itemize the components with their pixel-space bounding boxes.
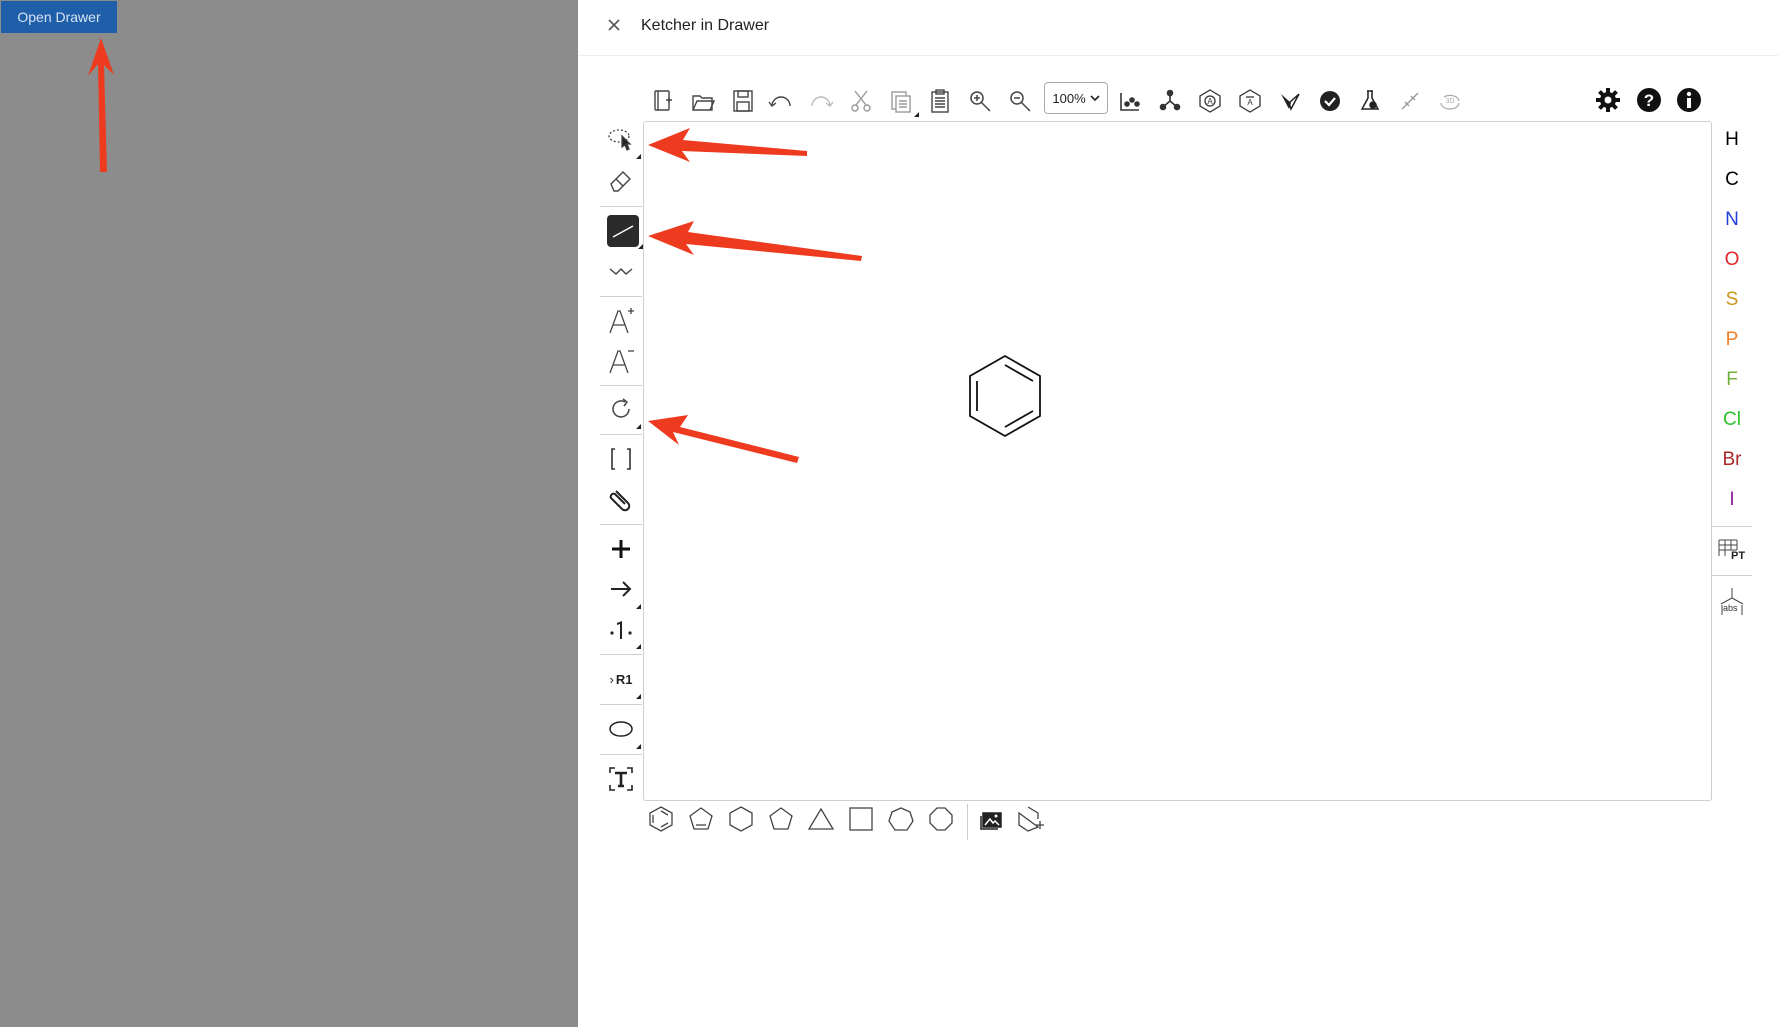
- cyclooctane-template-icon[interactable]: [926, 804, 956, 834]
- cyclopentane-template-icon[interactable]: [766, 804, 796, 834]
- attachment-icon[interactable]: [606, 484, 636, 514]
- abs-label: abs: [1723, 603, 1738, 613]
- periodic-table-label: PT: [1731, 550, 1746, 562]
- left-toolbar-separator: [600, 206, 642, 207]
- rgroup-icon[interactable]: › R1: [606, 664, 636, 694]
- left-toolbar-separator: [600, 754, 642, 755]
- rgroup-dropdown-corner: [636, 694, 641, 699]
- left-toolbar-separator: [600, 704, 642, 705]
- bottom-toolbar-separator: [967, 804, 968, 840]
- zoom-in-icon[interactable]: [965, 86, 995, 116]
- atom-o[interactable]: O: [1712, 249, 1752, 271]
- mapping-dropdown-corner: [636, 644, 641, 649]
- check-icon[interactable]: [1315, 86, 1345, 116]
- paste-icon[interactable]: [925, 86, 955, 116]
- svg-text:A: A: [1247, 98, 1253, 107]
- lasso-dropdown-corner: [636, 154, 641, 159]
- cyclohexane-template-icon[interactable]: [726, 804, 756, 834]
- stereo-icon[interactable]: [1395, 86, 1425, 116]
- periodic-table-icon[interactable]: PT: [1715, 534, 1749, 566]
- cut-icon[interactable]: [846, 86, 876, 116]
- open-folder-icon[interactable]: [688, 86, 718, 116]
- rotate-icon[interactable]: [606, 394, 636, 424]
- reaction-plus-icon[interactable]: [606, 534, 636, 564]
- atom-i[interactable]: I: [1712, 489, 1752, 511]
- zoom-value: 100%: [1052, 90, 1086, 106]
- open-drawer-button[interactable]: Open Drawer: [1, 1, 117, 33]
- redo-icon[interactable]: [806, 86, 836, 116]
- svg-text:?: ?: [1644, 91, 1654, 110]
- mapping-icon[interactable]: [606, 614, 636, 644]
- sgroup-bracket-icon[interactable]: [606, 444, 636, 474]
- right-toolbar-separator: [1712, 526, 1752, 527]
- drawer-header: Ketcher in Drawer: [578, 0, 1778, 56]
- atom-br[interactable]: Br: [1712, 449, 1752, 471]
- zoom-select[interactable]: 100%: [1044, 82, 1108, 114]
- info-icon[interactable]: [1673, 84, 1705, 116]
- reaction-arrow-icon[interactable]: [606, 574, 636, 604]
- rgroup-chevron-icon: ›: [609, 671, 614, 687]
- abs-stereo-icon[interactable]: abs: [1715, 584, 1749, 618]
- copy-dropdown-corner: [914, 112, 919, 117]
- ellipse-shape-icon[interactable]: [606, 714, 636, 744]
- eraser-icon[interactable]: [606, 165, 636, 195]
- atom-p[interactable]: P: [1712, 329, 1752, 351]
- custom-template-icon[interactable]: [1016, 804, 1046, 834]
- zoom-out-icon[interactable]: [1005, 86, 1035, 116]
- aromatize-icon[interactable]: A: [1195, 86, 1225, 116]
- cyclopentadiene-template-icon[interactable]: [686, 804, 716, 834]
- single-bond-icon[interactable]: [607, 215, 639, 247]
- rotate-dropdown-corner: [636, 424, 641, 429]
- cycloheptane-template-icon[interactable]: [886, 804, 916, 834]
- left-toolbar-separator: [600, 524, 642, 525]
- 3d-view-icon[interactable]: 3D: [1435, 86, 1465, 116]
- new-file-icon[interactable]: [648, 86, 678, 116]
- shape-dropdown-corner: [636, 744, 641, 749]
- charge-minus-icon[interactable]: [606, 344, 636, 376]
- benzene-template-icon[interactable]: [646, 804, 676, 834]
- calculate-icon[interactable]: [1275, 86, 1305, 116]
- svg-text:3D: 3D: [1446, 98, 1455, 105]
- close-icon[interactable]: [606, 17, 622, 33]
- atom-n[interactable]: N: [1712, 209, 1752, 231]
- cyclobutane-template-icon[interactable]: [846, 804, 876, 834]
- text-tool-icon[interactable]: [606, 764, 636, 794]
- template-library-icon[interactable]: [976, 804, 1006, 834]
- chain-icon[interactable]: [606, 256, 636, 286]
- atom-c[interactable]: C: [1712, 169, 1752, 191]
- clean-icon[interactable]: [1155, 86, 1185, 116]
- drawing-canvas[interactable]: [643, 121, 1712, 801]
- analyse-icon[interactable]: [1355, 86, 1385, 116]
- left-toolbar-separator: [600, 385, 642, 386]
- rgroup-label: R1: [615, 671, 633, 687]
- layout-icon[interactable]: [1115, 86, 1145, 116]
- cyclopropane-template-icon[interactable]: [806, 804, 836, 834]
- benzene-molecule[interactable]: [965, 352, 1045, 442]
- undo-icon[interactable]: [766, 86, 796, 116]
- left-toolbar-separator: [600, 654, 642, 655]
- left-toolbar-separator: [600, 296, 642, 297]
- svg-text:A: A: [1207, 97, 1213, 106]
- atom-f[interactable]: F: [1712, 369, 1752, 391]
- left-toolbar-separator: [600, 434, 642, 435]
- help-icon[interactable]: ?: [1633, 84, 1665, 116]
- atom-cl[interactable]: Cl: [1712, 409, 1752, 431]
- save-icon[interactable]: [728, 86, 758, 116]
- settings-icon[interactable]: [1592, 84, 1624, 116]
- chevron-down-icon: [1090, 95, 1100, 102]
- atom-h[interactable]: H: [1712, 129, 1752, 151]
- arrow-dropdown-corner: [636, 604, 641, 609]
- lasso-select-icon[interactable]: [606, 124, 636, 154]
- atom-s[interactable]: S: [1712, 289, 1752, 311]
- copy-icon[interactable]: [886, 86, 916, 116]
- dearomatize-icon[interactable]: A: [1235, 86, 1265, 116]
- drawer-title: Ketcher in Drawer: [641, 17, 770, 34]
- annotation-arrow-open-button: [88, 38, 114, 172]
- right-toolbar-separator: [1712, 575, 1752, 576]
- charge-plus-icon[interactable]: [606, 304, 636, 336]
